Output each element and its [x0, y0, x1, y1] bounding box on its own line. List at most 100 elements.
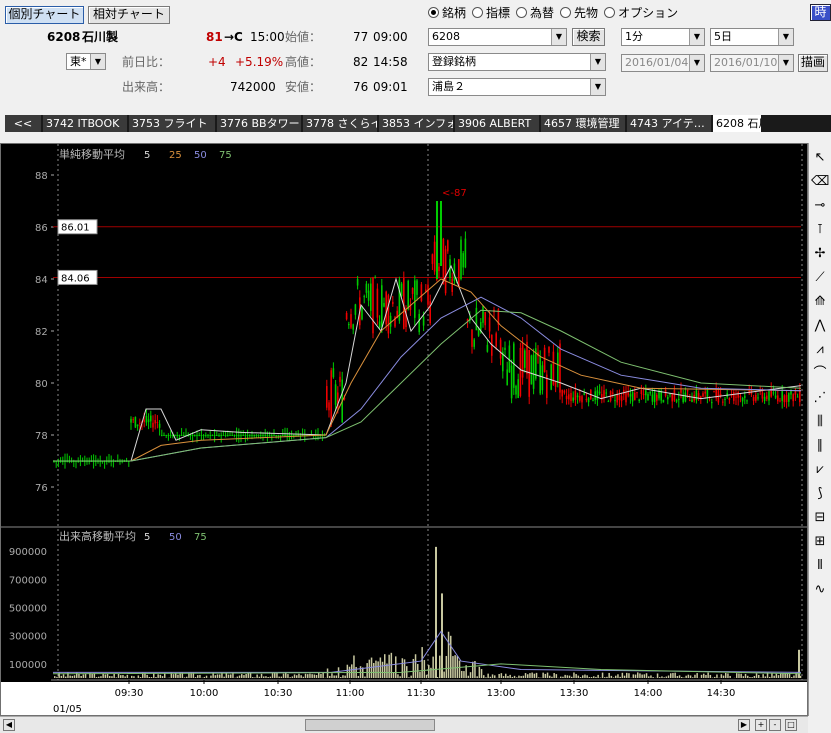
radio-option[interactable]: 指標 [472, 6, 510, 20]
candle-body [728, 398, 731, 401]
candle-body [618, 395, 621, 401]
candle-body [669, 393, 671, 395]
volume-bar [183, 677, 186, 678]
zoom-in-icon[interactable]: - [769, 719, 781, 731]
candle-body [515, 385, 517, 395]
triangle-icon[interactable]: ⋀ [811, 317, 829, 335]
bars-icon[interactable]: ⫴ [811, 557, 829, 575]
candle-body [438, 266, 440, 272]
fan-icon[interactable]: ⟰ [811, 293, 829, 311]
ticker-tab[interactable]: 6208 石川 [713, 115, 763, 132]
draw-button[interactable]: 描画 [798, 54, 828, 72]
days-select[interactable]: 5日 ▼ [710, 28, 794, 46]
parallel-icon[interactable]: ∥ [811, 437, 829, 455]
group-select[interactable]: 浦島２ ▼ [428, 78, 606, 96]
channel-icon[interactable]: ⋰ [811, 389, 829, 407]
x-tick-label: 13:00 [487, 688, 516, 699]
volume-bar [637, 672, 639, 678]
candle-body [528, 349, 530, 397]
cursor-icon[interactable]: ↖ [811, 149, 829, 167]
candle-body [642, 393, 645, 396]
volume-bar [747, 675, 749, 678]
x-tick-label: 11:30 [407, 688, 436, 699]
scroll-left-icon[interactable]: ◀ [3, 719, 15, 731]
candle-body [356, 279, 359, 286]
volume-bar [487, 673, 489, 678]
fibonacci-icon[interactable]: ⫼ [811, 413, 829, 431]
candle-body [176, 435, 178, 436]
date-to-select[interactable]: 2016/01/10 ▼ [710, 54, 794, 72]
trend-line-icon[interactable]: ⟋ [811, 269, 829, 287]
corner-button[interactable]: 時 [810, 4, 831, 21]
grid-icon[interactable]: ⊞ [811, 533, 829, 551]
scroll-thumb[interactable] [305, 719, 435, 731]
scroll-right-icon[interactable]: ▶ [738, 719, 750, 731]
volume-bar [676, 676, 679, 678]
relative-chart-tab[interactable]: 相対チャート [88, 6, 170, 24]
radio-option[interactable]: 先物 [560, 6, 598, 20]
volume-bar [318, 672, 320, 678]
volume-bar [104, 674, 107, 678]
ticker-tab[interactable]: 3776 BBタワー [217, 115, 303, 132]
individual-chart-tab[interactable]: 個別チャート [5, 6, 84, 24]
fibonacci-fan-icon[interactable]: ⩘ [811, 341, 829, 359]
scroll-end-icon[interactable]: □ [785, 719, 797, 731]
eraser-icon[interactable]: ⌫ [811, 173, 829, 191]
levels-icon[interactable]: ⊟ [811, 509, 829, 527]
candle-body [752, 397, 755, 401]
wave-icon[interactable]: ∿ [811, 581, 829, 599]
code-input[interactable]: 6208 ▼ [428, 28, 567, 46]
volume-bar [476, 676, 478, 678]
candle-body [196, 435, 198, 436]
volume-bar [568, 675, 571, 678]
radio-option[interactable]: 為替 [516, 6, 554, 20]
candle-body [350, 314, 352, 328]
volume-bar [346, 664, 349, 678]
ticker-tab[interactable]: 4743 アイテ… [627, 115, 713, 132]
ticker-tab[interactable]: 3853 インフォテリ [379, 115, 455, 132]
ticker-tab[interactable]: 3742 ITBOOK [43, 115, 129, 132]
candle-body [488, 317, 491, 332]
ticker-tab[interactable]: 3778 さくらイ… [303, 115, 379, 132]
volume-y-tick-label: 500000 [9, 604, 47, 615]
candle-body [557, 352, 559, 383]
interval-select[interactable]: 1分 ▼ [621, 28, 705, 46]
volume-bar [590, 676, 593, 678]
candle-body [524, 350, 526, 368]
volume-bar [509, 674, 511, 678]
chevron-down-icon: ▼ [90, 54, 105, 69]
vertical-line-icon[interactable]: ⊺ [811, 221, 829, 239]
cross-icon[interactable]: ✢ [811, 245, 829, 263]
volume-bar [483, 675, 485, 678]
zoom-out-icon[interactable]: + [755, 719, 767, 731]
gann-icon[interactable]: ⩗ [811, 461, 829, 479]
volume-bar [469, 672, 472, 678]
volume-bar [403, 659, 406, 678]
candle-body [711, 402, 713, 404]
market-select[interactable]: 東* ▼ [66, 53, 106, 70]
volume-bar [740, 673, 742, 678]
volume-bar [159, 674, 162, 678]
list-select[interactable]: 登録銘柄 ▼ [428, 53, 606, 71]
volume-bar [223, 676, 225, 678]
date-from-select[interactable]: 2016/01/04 ▼ [621, 54, 705, 72]
volume-bar [582, 675, 584, 678]
volume-bar [54, 676, 56, 678]
zigzag-icon[interactable]: ⟆ [811, 485, 829, 503]
ticker-tab[interactable]: 3906 ALBERT [455, 115, 541, 132]
search-button[interactable]: 検索 [572, 28, 605, 46]
ticker-tab[interactable]: 3753 フライト [129, 115, 217, 132]
candle-body [695, 390, 698, 401]
radio-option[interactable]: オプション [604, 6, 678, 20]
arc-icon[interactable]: ⌒ [811, 365, 829, 383]
ticker-scroll-left[interactable]: << [5, 115, 43, 132]
radio-option[interactable]: 銘柄 [428, 6, 466, 20]
ticker-tab[interactable]: 4657 環境管理 [541, 115, 627, 132]
volume-bar [652, 677, 654, 678]
candle-body [587, 398, 590, 403]
horizontal-line-icon[interactable]: ⊸ [811, 197, 829, 215]
volume-bar [331, 673, 333, 678]
chart-area[interactable]: 88 86 84 82 80 78 76 900000 700000 500000 300000 10… [0, 143, 808, 716]
volume-bar [454, 655, 456, 678]
horizontal-scrollbar[interactable]: ◀ ▶ + - □ [0, 716, 808, 733]
